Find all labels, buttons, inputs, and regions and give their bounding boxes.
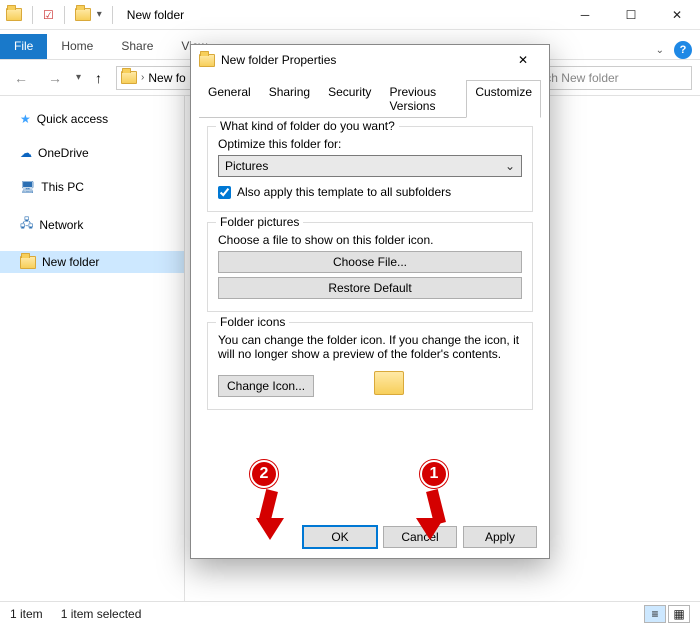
group-folder-pictures: Folder pictures Choose a file to show on… (207, 222, 533, 312)
dialog-close-button[interactable]: ✕ (503, 46, 543, 74)
folder-pictures-desc: Choose a file to show on this folder ico… (218, 233, 522, 247)
ribbon-tab-share[interactable]: Share (107, 34, 167, 59)
ok-button[interactable]: OK (303, 526, 377, 548)
properties-dialog: New folder Properties ✕ General Sharing … (190, 44, 550, 559)
change-icon-button[interactable]: Change Icon... (218, 375, 314, 397)
group-optimize-legend: What kind of folder do you want? (216, 119, 399, 133)
navigation-pane: ★ Quick access ☁ OneDrive 🖥 This PC 🖧 Ne… (0, 96, 185, 601)
sidebar-item-label: Network (39, 218, 83, 232)
nav-history-icon[interactable]: ▾ (76, 72, 81, 83)
sidebar-item-new-folder[interactable]: New folder (0, 251, 184, 273)
sidebar-item-network[interactable]: 🖧 Network (0, 210, 184, 239)
address-text: New fo (148, 71, 185, 85)
apply-subfolders-label: Also apply this template to all subfolde… (237, 185, 451, 199)
restore-default-button[interactable]: Restore Default (218, 277, 522, 299)
maximize-button[interactable]: ☐ (608, 0, 654, 30)
status-selection: 1 item selected (61, 607, 142, 621)
pc-icon: 🖥 (20, 180, 35, 194)
sidebar-item-label: Quick access (37, 112, 108, 126)
window-icon-folder (6, 8, 22, 21)
network-icon: 🖧 (20, 214, 33, 235)
sidebar-item-label: New folder (42, 255, 99, 269)
help-icon[interactable]: ? (674, 41, 692, 59)
folder-icons-legend: Folder icons (216, 315, 289, 329)
status-item-count: 1 item (10, 607, 43, 621)
apply-subfolders-input[interactable] (218, 186, 231, 199)
star-icon: ★ (20, 112, 31, 126)
tab-general[interactable]: General (199, 80, 260, 118)
sidebar-item-quick-access[interactable]: ★ Quick access (0, 108, 184, 130)
dialog-title: New folder Properties (221, 53, 336, 67)
group-optimize: What kind of folder do you want? Optimiz… (207, 126, 533, 212)
ribbon-expand-icon[interactable]: ⌄ (656, 45, 664, 56)
address-folder-icon (121, 71, 137, 84)
folder-pictures-legend: Folder pictures (216, 215, 303, 229)
tab-customize[interactable]: Customize (466, 80, 541, 118)
view-icons-button[interactable]: ▦ (668, 605, 690, 623)
dialog-tabstrip: General Sharing Security Previous Versio… (199, 79, 541, 118)
nav-back-icon[interactable]: ← (8, 66, 34, 90)
folder-icon (20, 256, 36, 269)
dialog-titlebar[interactable]: New folder Properties ✕ (191, 45, 549, 75)
sidebar-item-onedrive[interactable]: ☁ OneDrive (0, 142, 184, 164)
tab-security[interactable]: Security (319, 80, 380, 118)
tab-sharing[interactable]: Sharing (260, 80, 319, 118)
window-title: New folder (127, 8, 184, 22)
dialog-folder-icon (199, 54, 215, 67)
minimize-button[interactable]: ─ (562, 0, 608, 30)
close-button[interactable]: ✕ (654, 0, 700, 30)
explorer-titlebar: ☑ ▾ New folder ─ ☐ ✕ (0, 0, 700, 30)
optimize-label: Optimize this folder for: (218, 137, 522, 151)
folder-preview-icon (374, 371, 404, 395)
apply-subfolders-checkbox[interactable]: Also apply this template to all subfolde… (218, 185, 522, 199)
apply-button[interactable]: Apply (463, 526, 537, 548)
ribbon-tab-file[interactable]: File (0, 34, 47, 59)
sidebar-item-label: OneDrive (38, 146, 89, 160)
ribbon-tab-home[interactable]: Home (47, 34, 107, 59)
cancel-button[interactable]: Cancel (383, 526, 457, 548)
optimize-combobox[interactable]: Pictures ⌄ (218, 155, 522, 177)
choose-file-button[interactable]: Choose File... (218, 251, 522, 273)
view-details-button[interactable]: ≡ (644, 605, 666, 623)
folder-icons-desc: You can change the folder icon. If you c… (218, 333, 522, 361)
chevron-right-icon: › (141, 72, 144, 83)
qat-newfolder-icon[interactable] (75, 8, 91, 21)
qat-dropdown-icon[interactable]: ▾ (97, 9, 102, 20)
cloud-icon: ☁ (20, 146, 32, 160)
status-bar: 1 item 1 item selected ≡ ▦ (0, 601, 700, 625)
sidebar-item-this-pc[interactable]: 🖥 This PC (0, 176, 184, 198)
nav-up-icon[interactable]: ↑ (89, 66, 108, 90)
chevron-down-icon: ⌄ (505, 159, 515, 173)
sidebar-item-label: This PC (41, 180, 84, 194)
optimize-value: Pictures (225, 159, 268, 173)
nav-forward-icon[interactable]: → (42, 66, 68, 90)
group-folder-icons: Folder icons You can change the folder i… (207, 322, 533, 410)
tab-previous-versions[interactable]: Previous Versions (380, 80, 466, 118)
qat-properties-icon[interactable]: ☑ (43, 8, 54, 22)
